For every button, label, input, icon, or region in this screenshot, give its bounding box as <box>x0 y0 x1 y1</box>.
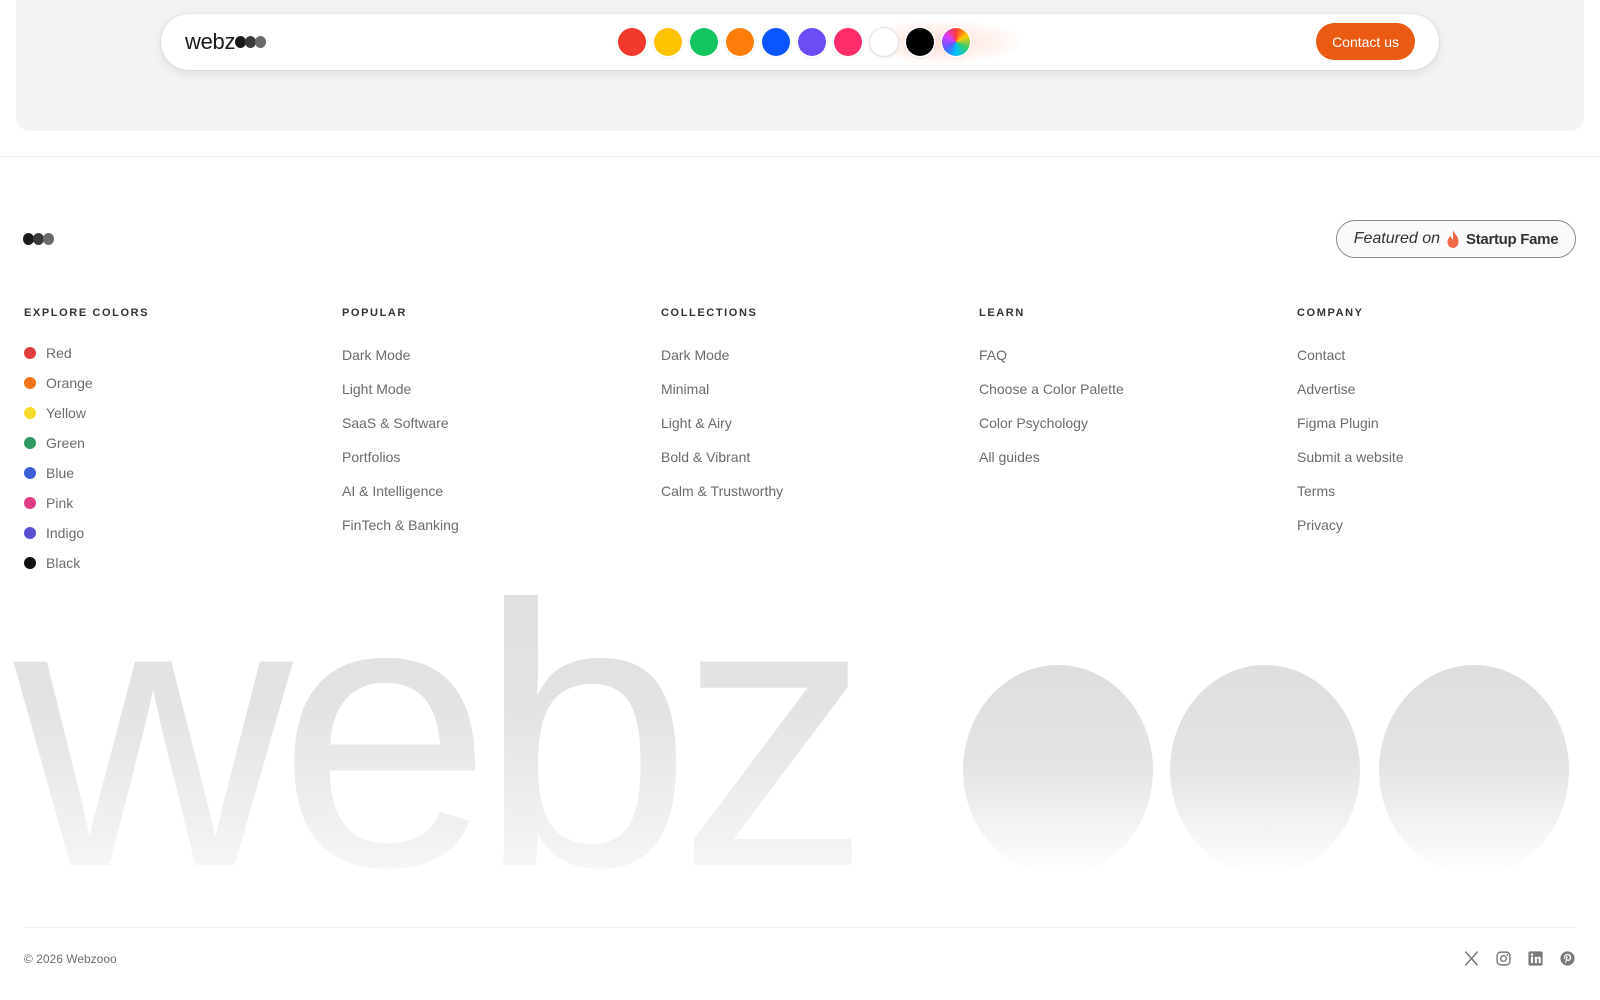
swatch-blue[interactable] <box>762 28 790 56</box>
column-title: EXPLORE COLORS <box>24 307 150 319</box>
color-link-label: Yellow <box>46 405 86 421</box>
color-link-pink[interactable]: Pink <box>24 495 149 525</box>
featured-prefix: Featured on <box>1353 230 1440 247</box>
pinterest-icon[interactable] <box>1559 950 1576 967</box>
contact-us-button[interactable]: Contact us <box>1316 23 1415 60</box>
color-link-indigo[interactable]: Indigo <box>24 525 149 555</box>
company-links: Contact Advertise Figma Plugin Submit a web… <box>1297 346 1404 550</box>
color-dot <box>24 347 36 359</box>
collections-links: Dark Mode Minimal Light & Airy Bold & Vibra… <box>661 346 783 516</box>
swatch-purple[interactable] <box>798 28 826 56</box>
color-link-yellow[interactable]: Yellow <box>24 405 149 435</box>
footer-link[interactable]: Privacy <box>1297 516 1404 550</box>
swatch-white[interactable] <box>870 28 898 56</box>
swatch-orange[interactable] <box>726 28 754 56</box>
learn-links: FAQ Choose a Color Palette Color Psycholog… <box>979 346 1124 482</box>
swatch-red[interactable] <box>618 28 646 56</box>
footer-link[interactable]: Portfolios <box>342 448 459 482</box>
color-dot <box>24 407 36 419</box>
column-title: POPULAR <box>342 307 407 319</box>
color-link-label: Red <box>46 345 72 361</box>
collections-column: COLLECTIONS Dark Mode Minimal Light & Airy… <box>661 306 783 516</box>
social-links <box>1448 950 1576 967</box>
footer-divider <box>24 927 1576 928</box>
footer-link[interactable]: All guides <box>979 448 1124 482</box>
logo-dots <box>235 36 267 48</box>
color-dot <box>24 527 36 539</box>
footer-link[interactable]: Dark Mode <box>342 346 459 380</box>
color-link-label: Orange <box>46 375 93 391</box>
footer-link[interactable]: Light Mode <box>342 380 459 414</box>
instagram-icon[interactable] <box>1495 950 1512 967</box>
color-link-label: Black <box>46 555 81 571</box>
logo-wordmark: webz <box>185 29 236 54</box>
color-dot <box>24 437 36 449</box>
footer-link[interactable]: FinTech & Banking <box>342 516 459 550</box>
top-navbar: webz Contact us <box>161 14 1439 70</box>
column-title: COLLECTIONS <box>661 307 758 319</box>
color-link-green[interactable]: Green <box>24 435 149 465</box>
flame-icon <box>1447 230 1459 248</box>
popular-column: POPULAR Dark Mode Light Mode SaaS & Softwa… <box>342 306 459 550</box>
color-dot <box>24 557 36 569</box>
footer-link[interactable]: AI & Intelligence <box>342 482 459 516</box>
section-divider <box>0 156 1600 157</box>
logo-dot <box>255 36 267 48</box>
footer-link[interactable]: Contact <box>1297 346 1404 380</box>
logo-dot <box>43 233 54 245</box>
wordmark-dot <box>1170 665 1360 875</box>
footer-link[interactable]: Submit a website <box>1297 448 1404 482</box>
learn-column: LEARN FAQ Choose a Color Palette Color Psy… <box>979 306 1124 482</box>
color-dot <box>24 377 36 389</box>
footer-link[interactable]: SaaS & Software <box>342 414 459 448</box>
wordmark-dot <box>963 665 1153 875</box>
color-link-black[interactable]: Black <box>24 555 149 585</box>
color-link-blue[interactable]: Blue <box>24 465 149 495</box>
footer-link[interactable]: Calm & Trustworthy <box>661 482 783 516</box>
footer-link[interactable]: Figma Plugin <box>1297 414 1404 448</box>
footer-link[interactable]: Terms <box>1297 482 1404 516</box>
footer-link[interactable]: Advertise <box>1297 380 1404 414</box>
linkedin-icon[interactable] <box>1527 950 1544 967</box>
color-link-label: Pink <box>46 495 74 511</box>
wordmark-letters: webz <box>8 595 857 905</box>
wordmark-dot <box>1379 665 1569 875</box>
footer-link[interactable]: Light & Airy <box>661 414 783 448</box>
copyright-text: © 2026 Webzooo <box>24 952 117 966</box>
footer-link[interactable]: FAQ <box>979 346 1124 380</box>
footer-link[interactable]: Color Psychology <box>979 414 1124 448</box>
explore-colors-column: EXPLORE COLORS Red Orange Yellow Green Blue P… <box>24 306 149 585</box>
color-link-label: Green <box>46 435 85 451</box>
color-link-red[interactable]: Red <box>24 345 149 375</box>
color-link-label: Indigo <box>46 525 85 541</box>
swatch-green[interactable] <box>690 28 718 56</box>
wordmark-graphic: webz <box>8 595 1569 905</box>
footer-logo-dots[interactable] <box>23 233 54 245</box>
column-title: LEARN <box>979 307 1025 319</box>
color-link-orange[interactable]: Orange <box>24 375 149 405</box>
webzooo-wordmark: webz <box>0 595 1600 905</box>
footer-link[interactable]: Choose a Color Palette <box>979 380 1124 414</box>
swatch-pink[interactable] <box>834 28 862 56</box>
x-icon[interactable] <box>1463 950 1480 967</box>
swatch-rainbow[interactable] <box>942 28 970 56</box>
column-title: COMPANY <box>1297 307 1364 319</box>
swatch-yellow[interactable] <box>654 28 682 56</box>
footer-link[interactable]: Minimal <box>661 380 783 414</box>
popular-links: Dark Mode Light Mode SaaS & Software Portfo… <box>342 346 459 550</box>
footer-link[interactable]: Bold & Vibrant <box>661 448 783 482</box>
explore-colors-list: Red Orange Yellow Green Blue Pink Indigo Black <box>24 345 149 585</box>
swatch-black[interactable] <box>906 28 934 56</box>
color-swatch-picker <box>618 27 978 57</box>
company-column: COMPANY Contact Advertise Figma Plugin Subm… <box>1297 306 1404 550</box>
footer-link[interactable]: Dark Mode <box>661 346 783 380</box>
color-link-label: Blue <box>46 465 75 481</box>
featured-brand: Startup Fame <box>1466 230 1559 248</box>
color-dot <box>24 497 36 509</box>
featured-on-startup-fame-badge[interactable]: Featured on Startup Fame <box>1336 220 1576 258</box>
webzooo-logo[interactable]: webz <box>185 27 267 57</box>
color-dot <box>24 467 36 479</box>
